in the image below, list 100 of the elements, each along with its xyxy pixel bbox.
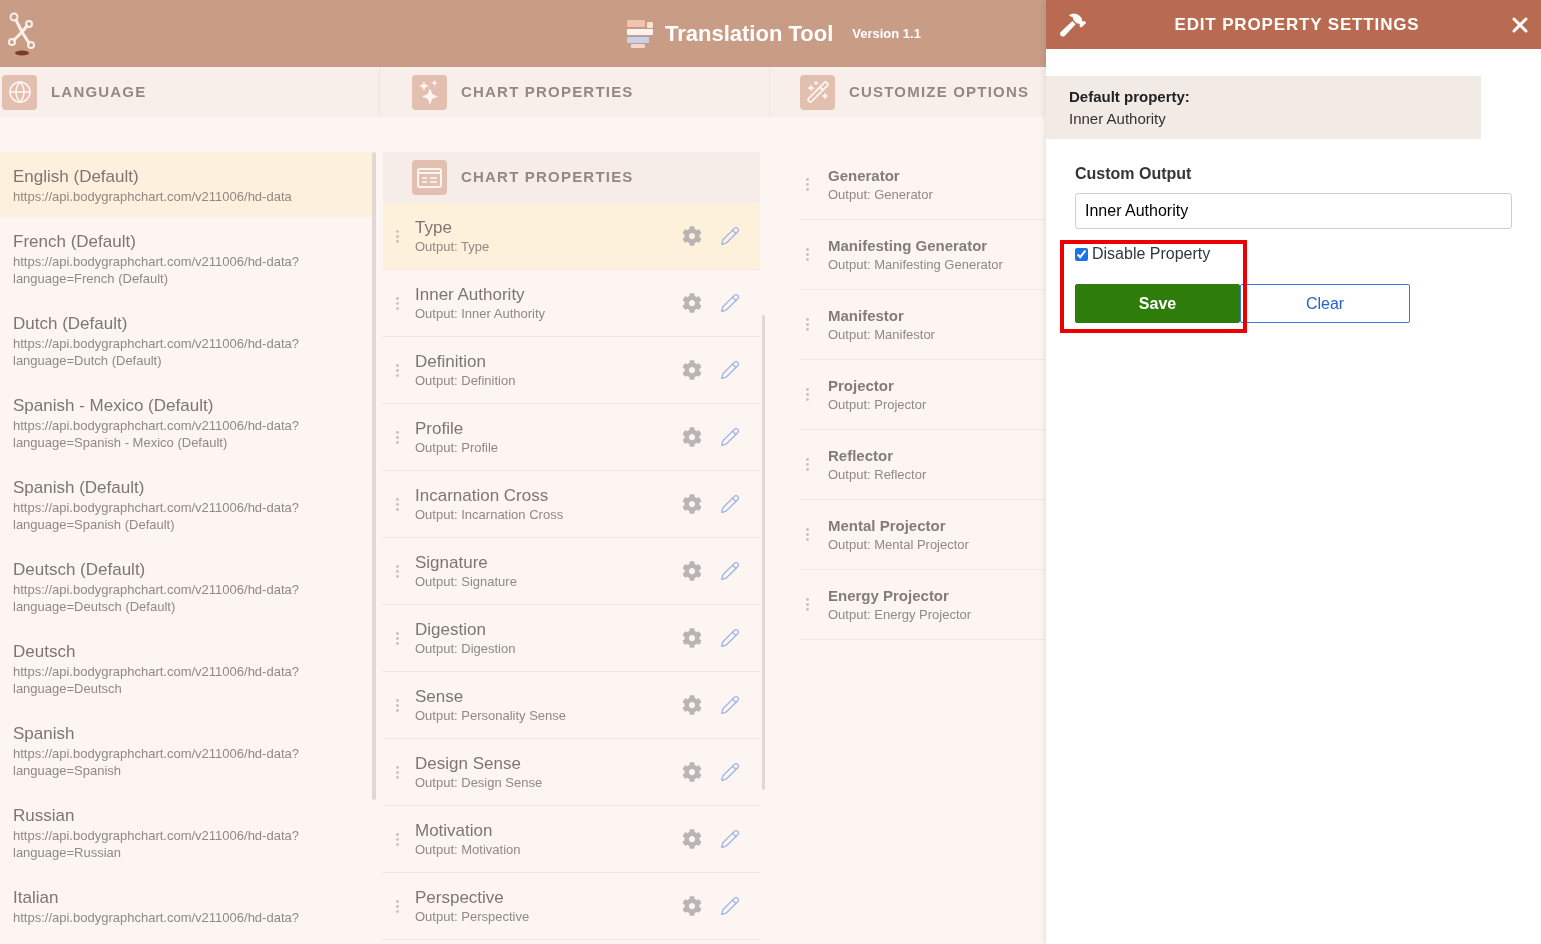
- option-name: Manifesting Generator: [828, 235, 988, 256]
- drag-handle-icon[interactable]: [806, 598, 809, 611]
- checkbox[interactable]: [1075, 247, 1088, 261]
- list-heading: CHART PROPERTIES: [461, 167, 634, 188]
- edit-button[interactable]: [719, 694, 740, 716]
- drag-handle-icon[interactable]: [396, 430, 399, 444]
- option-name: Generator: [828, 165, 900, 186]
- language-item[interactable]: English (Default) https://api.bodygraphchart.com/v211006/hd-data: [0, 152, 372, 217]
- edit-button[interactable]: [719, 828, 740, 850]
- language-item[interactable]: Spanish (Default) https://api.bodygraphchart.com/v211006/hd-data?language=Spanish (Default): [0, 463, 372, 545]
- property-output: Output: Design Sense: [415, 774, 543, 791]
- property-output: Output: Motivation: [415, 841, 521, 858]
- property-item[interactable]: Inner Authority Output: Inner Authority: [383, 270, 760, 337]
- language-item[interactable]: Deutsch (Default) https://api.bodygraphchart.com/v211006/hd-data?language=Deutsch (Default): [0, 545, 372, 627]
- drag-handle-icon[interactable]: [396, 229, 399, 243]
- drag-handle-icon[interactable]: [396, 698, 399, 712]
- property-output: Output: Personality Sense: [415, 707, 567, 724]
- language-item[interactable]: Spanish - Mexico (Default) https://api.bodygraphchart.com/v211006/hd-data?language=Spanish - Mexico (Default): [0, 381, 372, 463]
- drag-handle-icon[interactable]: [806, 528, 809, 541]
- edit-button[interactable]: [719, 359, 740, 381]
- language-item[interactable]: Russian https://api.bodygraphchart.com/v211006/hd-data?language=Russian: [0, 791, 372, 873]
- drag-handle-icon[interactable]: [806, 248, 809, 261]
- property-item[interactable]: Type Output: Type: [383, 203, 760, 270]
- logo-icon[interactable]: [7, 11, 37, 56]
- property-output: Output: Incarnation Cross: [415, 506, 564, 523]
- settings-button[interactable]: [681, 828, 702, 850]
- language-name: English (Default): [13, 166, 139, 188]
- settings-button[interactable]: [681, 426, 702, 448]
- drag-handle-icon[interactable]: [396, 296, 399, 310]
- language-item[interactable]: Italian https://api.bodygraphchart.com/v211006/hd-data?: [0, 873, 372, 938]
- field-label: Custom Output: [1075, 164, 1192, 184]
- option-name: Projector: [828, 375, 894, 396]
- property-item[interactable]: Definition Output: Definition: [383, 337, 760, 404]
- section-heading: CHART PROPERTIES: [461, 81, 634, 102]
- language-url: https://api.bodygraphchart.com/v211006/hd-data?language=Dutch (Default): [13, 335, 300, 369]
- property-output: Output: Signature: [415, 573, 517, 590]
- drag-handle-icon[interactable]: [396, 899, 399, 913]
- language-url: https://api.bodygraphchart.com/v211006/hd-data?language=French (Default): [13, 253, 300, 287]
- property-item[interactable]: Sense Output: Personality Sense: [383, 672, 760, 739]
- edit-button[interactable]: [719, 761, 740, 783]
- settings-button[interactable]: [681, 761, 702, 783]
- language-url: https://api.bodygraphchart.com/v211006/hd-data?language=Deutsch: [13, 663, 300, 697]
- option-output: Output: Projector: [828, 395, 927, 414]
- settings-button[interactable]: [681, 560, 702, 582]
- drag-handle-icon[interactable]: [396, 564, 399, 578]
- drag-handle-icon[interactable]: [806, 458, 809, 471]
- drag-handle-icon[interactable]: [396, 363, 399, 377]
- property-item[interactable]: Incarnation Cross Output: Incarnation Cross: [383, 471, 760, 538]
- striped-flag-icon: [625, 19, 655, 48]
- version-label: Version 1.1: [852, 24, 921, 43]
- magic-wand-icon: [800, 74, 835, 110]
- property-name: Design Sense: [415, 753, 521, 774]
- settings-button[interactable]: [681, 225, 702, 247]
- language-url: https://api.bodygraphchart.com/v211006/hd-data?: [13, 909, 299, 926]
- edit-button[interactable]: [719, 627, 740, 649]
- edit-button[interactable]: [719, 493, 740, 515]
- drag-handle-icon[interactable]: [806, 388, 809, 401]
- section-heading: CUSTOMIZE OPTIONS: [849, 81, 1030, 102]
- settings-button[interactable]: [681, 627, 702, 649]
- settings-button[interactable]: [681, 493, 702, 515]
- language-item[interactable]: Spanish https://api.bodygraphchart.com/v211006/hd-data?language=Spanish: [0, 709, 372, 791]
- language-url: https://api.bodygraphchart.com/v211006/hd-data?language=Spanish (Default): [13, 499, 300, 533]
- edit-button[interactable]: [719, 292, 740, 314]
- settings-button[interactable]: [681, 292, 702, 314]
- property-name: Sense: [415, 686, 464, 707]
- language-item[interactable]: Dutch (Default) https://api.bodygraphchart.com/v211006/hd-data?language=Dutch (Default): [0, 299, 372, 381]
- save-button[interactable]: Save: [1075, 284, 1240, 323]
- card-lines-icon: [412, 160, 447, 195]
- edit-button[interactable]: [719, 225, 740, 247]
- property-name: Perspective: [415, 887, 504, 908]
- property-name: Definition: [415, 351, 486, 372]
- clear-button[interactable]: Clear: [1240, 284, 1410, 323]
- property-item[interactable]: Signature Output: Signature: [383, 538, 760, 605]
- property-output: Output: Profile: [415, 439, 499, 456]
- property-item[interactable]: Profile Output: Profile: [383, 404, 760, 471]
- property-output: Output: Perspective: [415, 908, 530, 925]
- language-url: https://api.bodygraphchart.com/v211006/hd-data: [13, 188, 292, 205]
- language-url: https://api.bodygraphchart.com/v211006/hd-data?language=Spanish: [13, 745, 300, 779]
- language-item[interactable]: French (Default) https://api.bodygraphchart.com/v211006/hd-data?language=French (Default): [0, 217, 372, 299]
- drag-handle-icon[interactable]: [806, 178, 809, 191]
- language-item[interactable]: Deutsch https://api.bodygraphchart.com/v211006/hd-data?language=Deutsch: [0, 627, 372, 709]
- drag-handle-icon[interactable]: [396, 832, 399, 846]
- custom-output-field[interactable]: Inner Authority: [1075, 193, 1512, 229]
- edit-button[interactable]: [719, 560, 740, 582]
- property-name: Profile: [415, 418, 464, 439]
- drag-handle-icon[interactable]: [806, 318, 809, 331]
- drag-handle-icon[interactable]: [396, 497, 399, 511]
- settings-button[interactable]: [681, 359, 702, 381]
- property-item[interactable]: Digestion Output: Digestion: [383, 605, 760, 672]
- edit-button[interactable]: [719, 426, 740, 448]
- property-item[interactable]: Perspective Output: Perspective: [383, 873, 760, 940]
- language-name: Dutch (Default): [13, 313, 128, 335]
- edit-button[interactable]: [719, 895, 740, 917]
- property-name: Signature: [415, 552, 488, 573]
- property-item[interactable]: Design Sense Output: Design Sense: [383, 739, 760, 806]
- settings-button[interactable]: [681, 895, 702, 917]
- drag-handle-icon[interactable]: [396, 765, 399, 779]
- settings-button[interactable]: [681, 694, 702, 716]
- property-item[interactable]: Motivation Output: Motivation: [383, 806, 760, 873]
- drag-handle-icon[interactable]: [396, 631, 399, 645]
